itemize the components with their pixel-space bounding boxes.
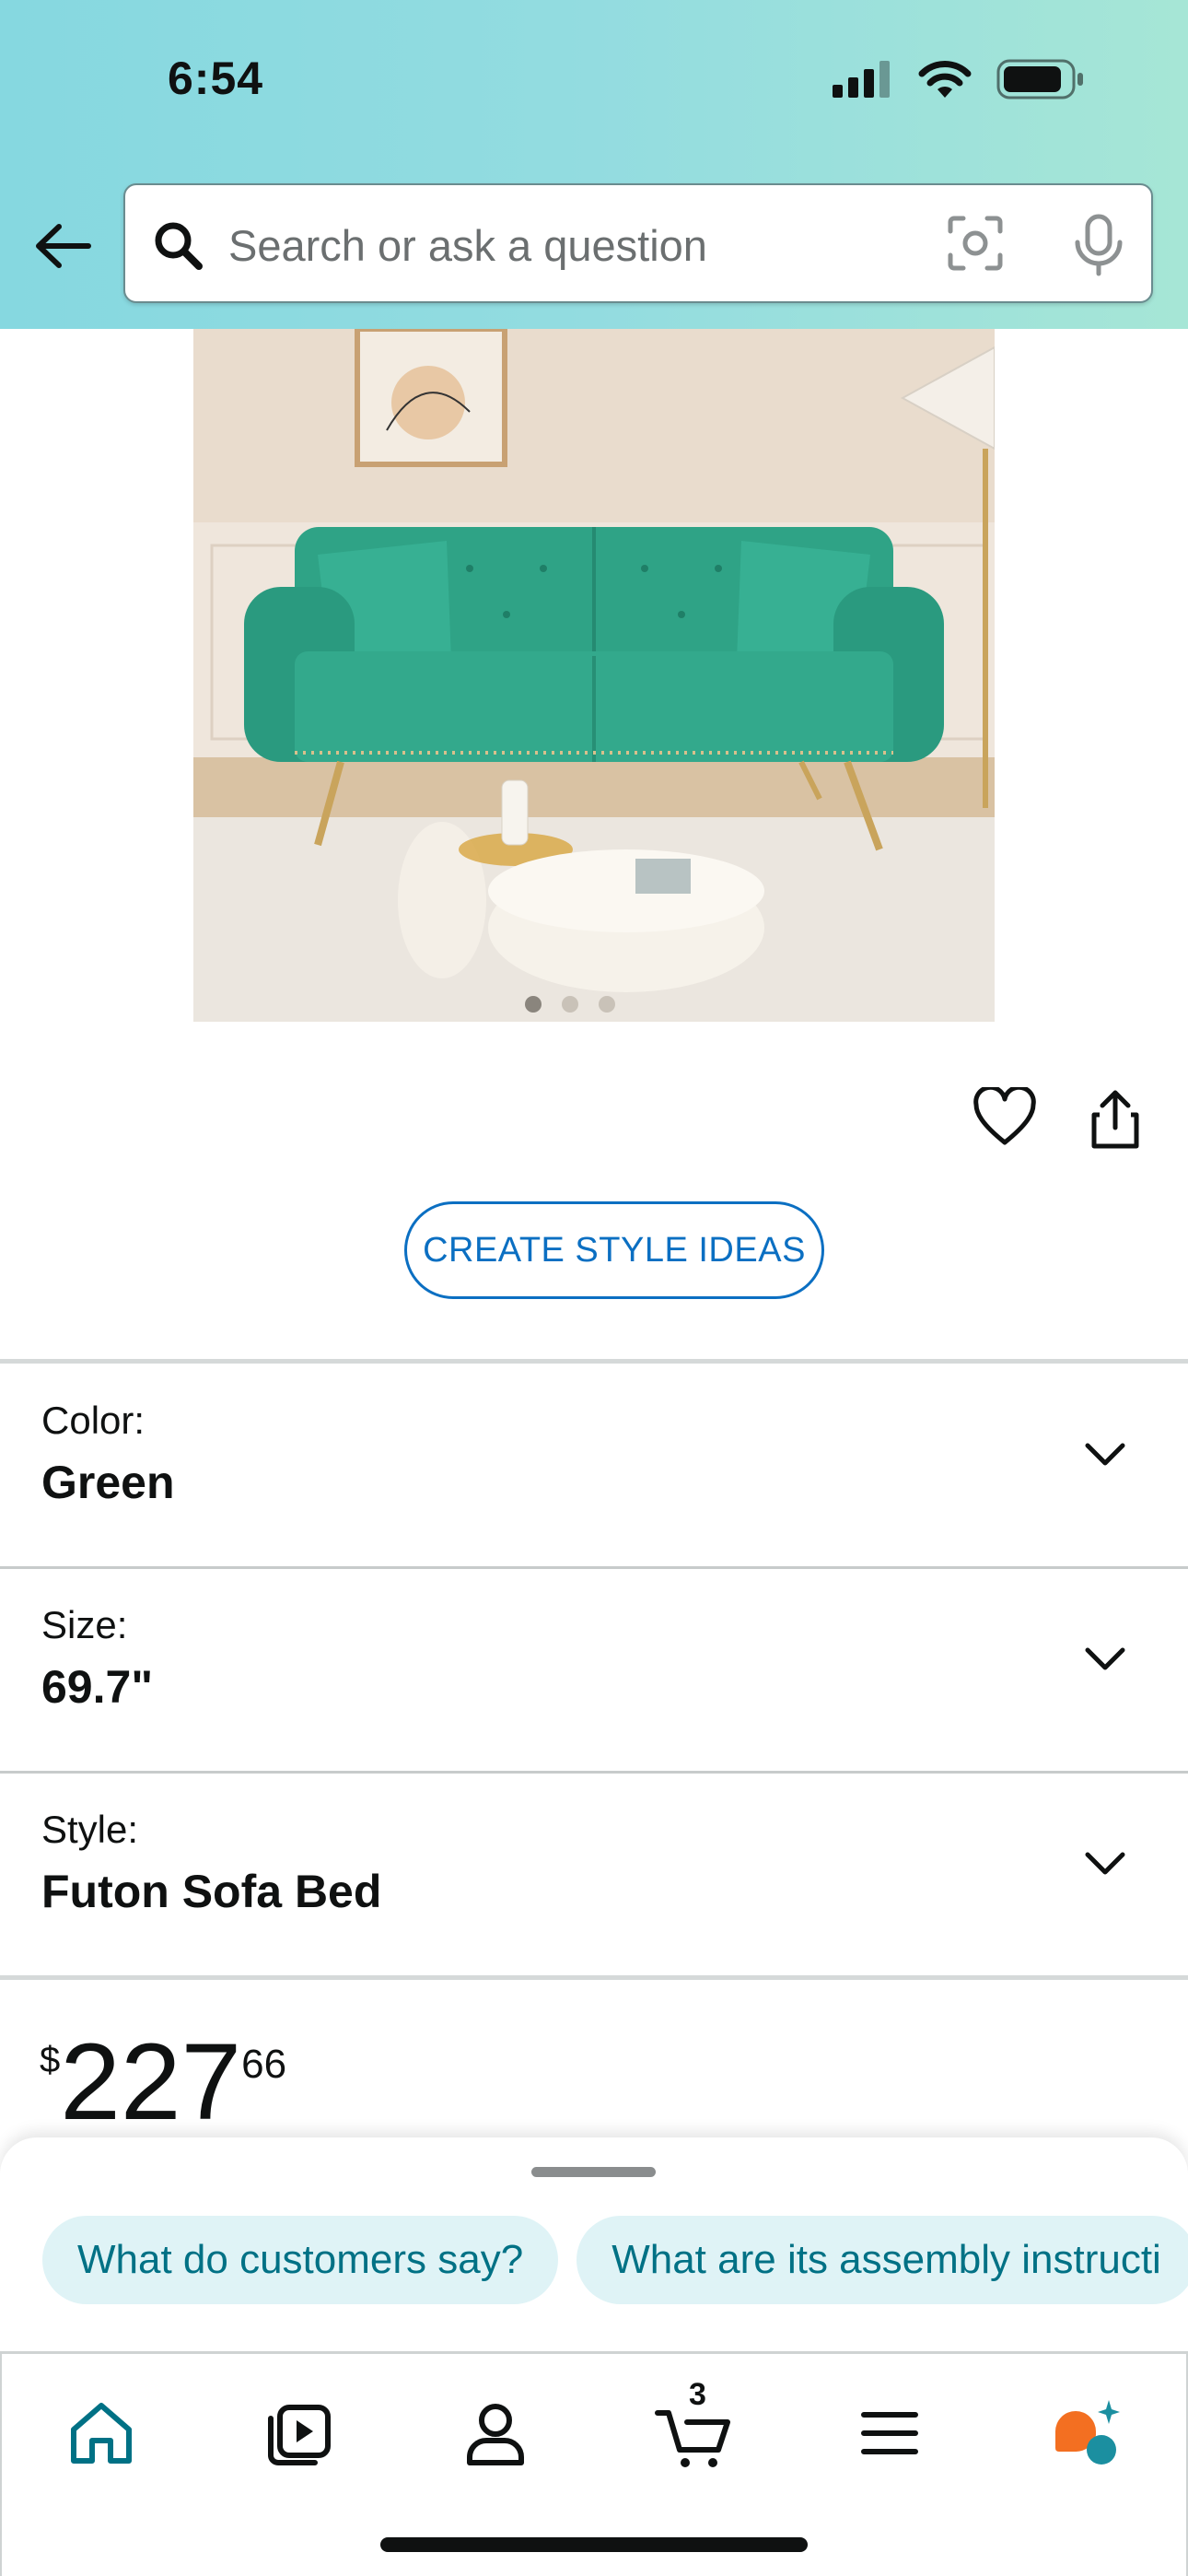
wifi-icon [918,61,972,98]
option-value: Futon Sofa Bed [41,1866,382,1917]
rufus-questions-sheet: What do customers say? What are its asse… [0,2137,1188,2353]
product-image[interactable] [193,329,995,1022]
menu-icon[interactable] [851,2395,928,2472]
search-input[interactable]: Search or ask a question [123,183,1153,303]
option-value: 69.7" [41,1661,154,1713]
carousel-dot[interactable] [525,996,542,1013]
share-icon[interactable] [1087,1087,1144,1152]
question-chips: What do customers say? What are its asse… [42,2216,1188,2304]
camera-lens-icon[interactable] [945,213,1006,274]
home-indicator[interactable] [380,2537,808,2552]
question-chip[interactable]: What do customers say? [42,2216,559,2304]
cart-count-badge: 3 [689,2377,706,2412]
rufus-icon[interactable] [1048,2395,1125,2472]
price: $ 227 66 [40,2027,286,2137]
question-chip[interactable]: What are its assembly instructi [577,2216,1188,2304]
create-style-ideas-button[interactable]: CREATE STYLE IDEAS [404,1201,824,1299]
size-selector[interactable]: Size: 69.7" [0,1568,1188,1771]
status-icons [831,59,1085,100]
divider [0,1975,1188,1980]
back-arrow-icon[interactable] [31,214,96,278]
status-time: 6:54 [168,53,264,104]
price-whole: 227 [60,2021,242,2143]
carousel-dot[interactable] [562,996,578,1013]
chevron-down-icon [1085,1443,1125,1466]
color-selector[interactable]: Color: Green [0,1364,1188,1566]
video-icon[interactable] [260,2395,337,2472]
chevron-down-icon [1085,1647,1125,1670]
heart-icon[interactable] [973,1087,1037,1148]
sheet-handle[interactable] [531,2167,656,2177]
carousel-dot[interactable] [599,996,615,1013]
option-label: Size: [41,1603,128,1646]
option-value: Green [41,1457,175,1508]
price-currency: $ [40,2040,61,2080]
home-icon[interactable] [63,2395,140,2472]
style-selector[interactable]: Style: Futon Sofa Bed [0,1773,1188,1975]
microphone-icon[interactable] [1068,213,1129,277]
search-placeholder: Search or ask a question [228,221,707,270]
option-label: Color: [41,1399,146,1442]
signal-icon [833,61,890,98]
account-icon[interactable] [457,2395,534,2472]
chevron-down-icon [1085,1852,1125,1875]
carousel-dots[interactable] [525,996,615,1013]
price-fraction: 66 [241,2042,287,2087]
search-icon [155,222,203,270]
header-bar: 6:54 Search or ask a question [0,0,1188,329]
option-label: Style: [41,1808,139,1851]
sofa-illustration [193,329,995,1022]
battery-icon [996,59,1083,100]
